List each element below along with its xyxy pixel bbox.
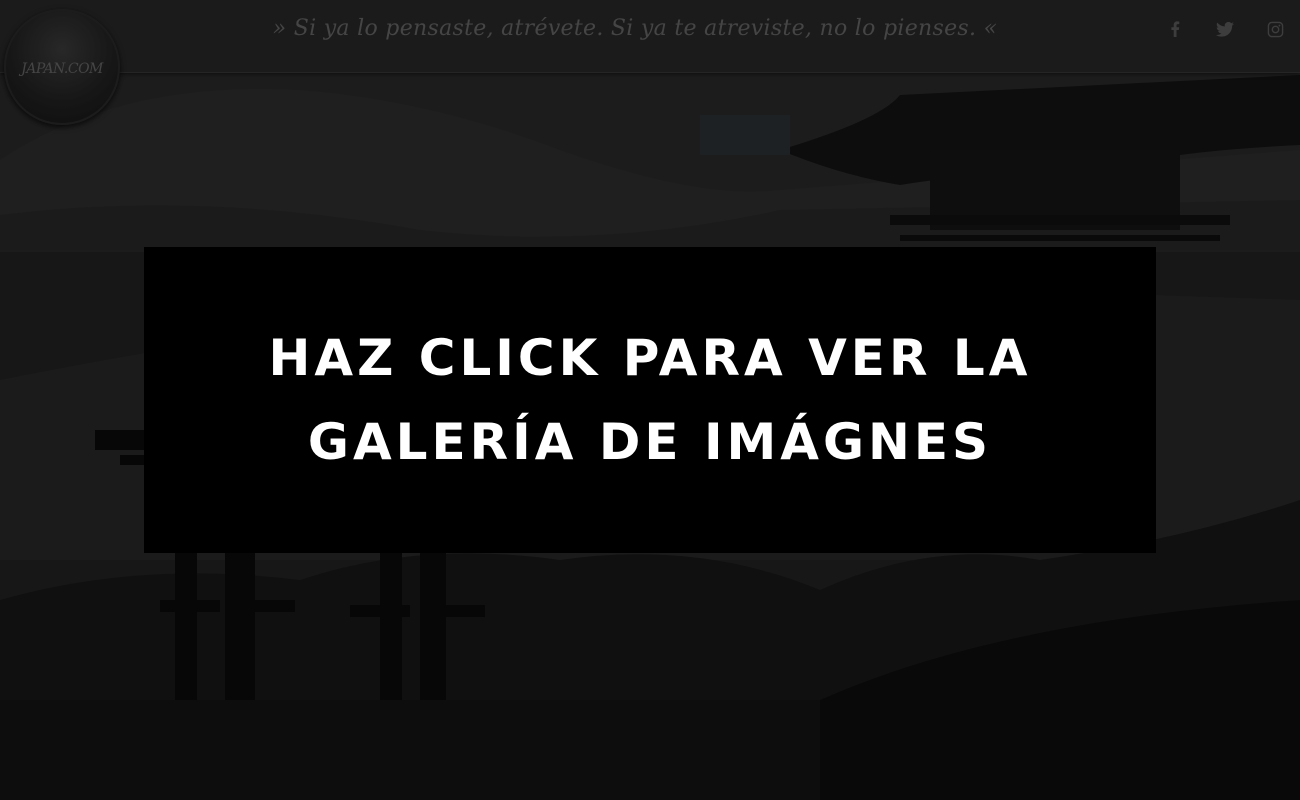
gallery-cta-button[interactable]: HAZ CLICK PARA VER LA GALERÍA DE IMÁGNES: [144, 247, 1156, 553]
gallery-cta-label: HAZ CLICK PARA VER LA GALERÍA DE IMÁGNES: [268, 329, 1032, 471]
